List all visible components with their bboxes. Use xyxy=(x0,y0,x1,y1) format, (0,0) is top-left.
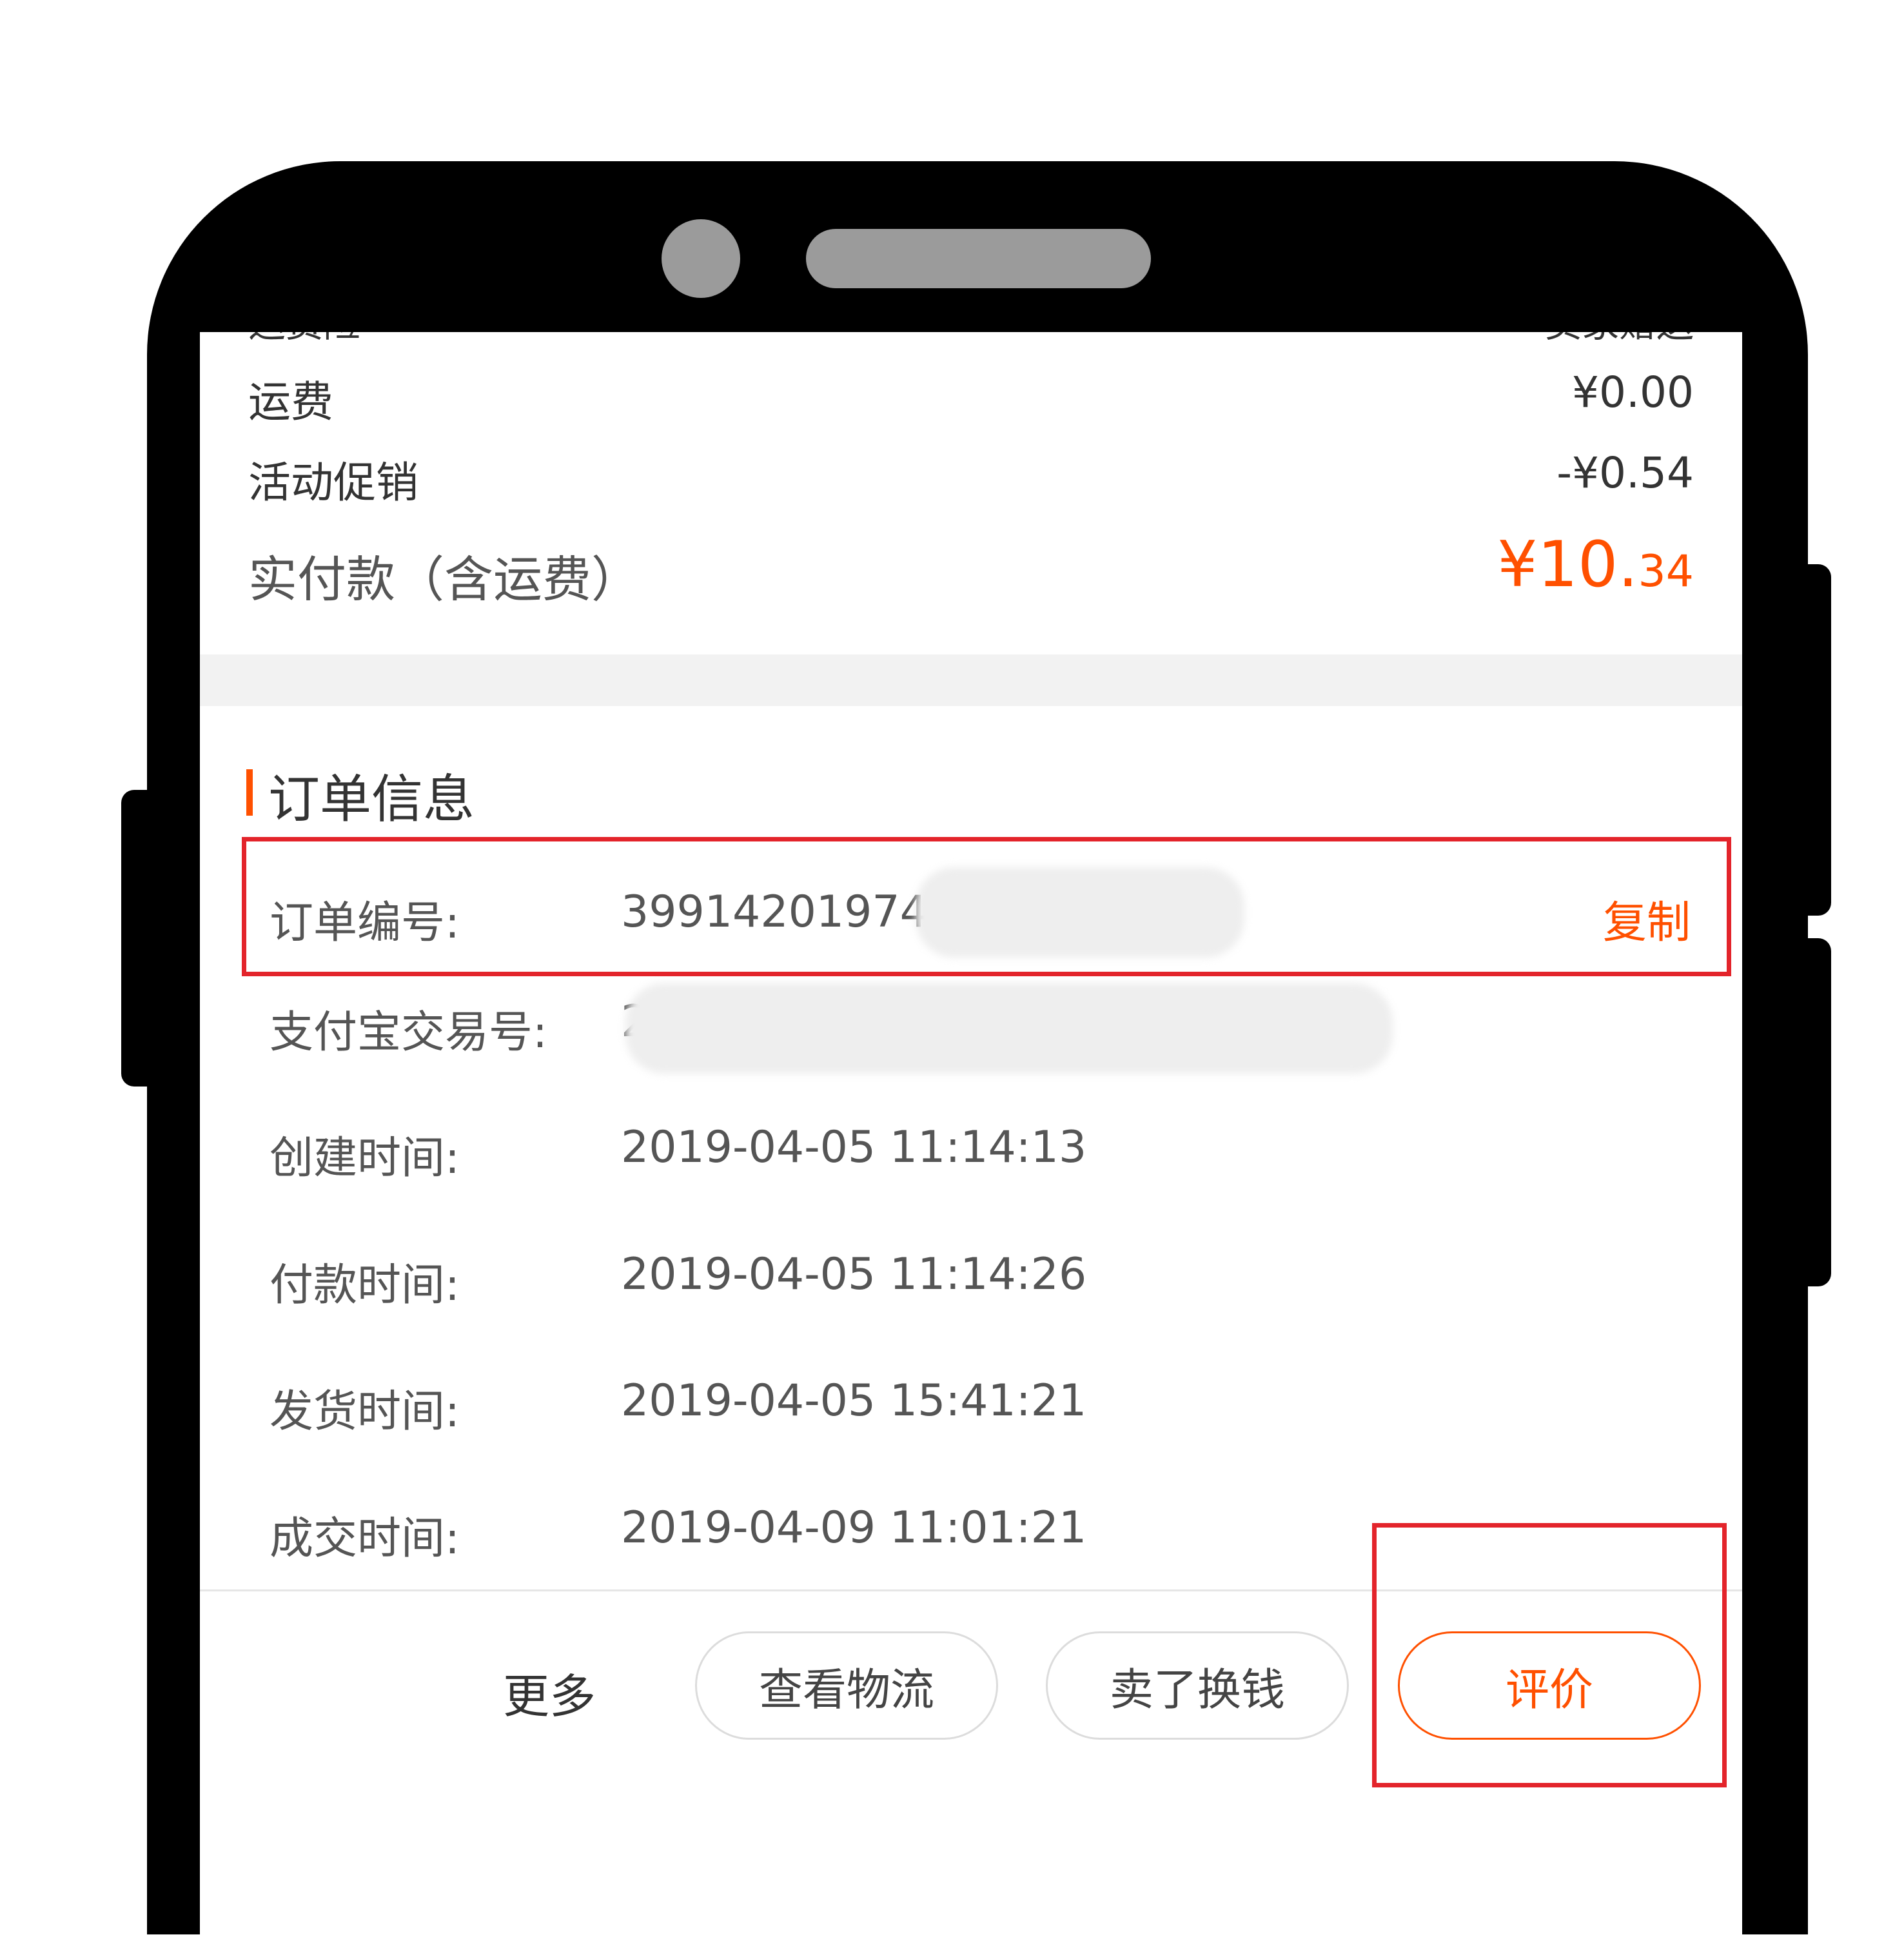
paid-time-label: 付款时间: xyxy=(270,1260,460,1311)
freight-insurance-label: 运费险 xyxy=(248,332,360,348)
paid-time-row: 付款时间: 2019-04-05 11:14:26 xyxy=(270,1249,1703,1311)
volume-button xyxy=(121,790,160,1087)
title-accent-bar xyxy=(246,769,253,816)
total-yuan: ¥10. xyxy=(1497,528,1638,602)
total-cents: 34 xyxy=(1638,546,1694,597)
order-info-title: 订单信息 xyxy=(246,758,475,829)
speaker-grille xyxy=(806,229,1151,288)
created-time-value: 2019-04-05 11:14:13 xyxy=(621,1122,1087,1173)
order-number-highlight-box xyxy=(242,837,1731,976)
shipped-time-label: 发货时间: xyxy=(270,1386,460,1437)
freight-insurance-row: 运费险 卖家赠送 xyxy=(248,332,1694,348)
total-row: 实付款（含运费） ¥10.34 xyxy=(248,528,1694,608)
section-gap xyxy=(200,654,1742,706)
order-info-title-text: 订单信息 xyxy=(268,769,475,829)
shipping-value: ¥0.00 xyxy=(1572,368,1694,417)
alipay-label: 支付宝交易号: xyxy=(270,1007,547,1058)
promo-label: 活动促销 xyxy=(248,458,418,507)
closed-time-label: 成交时间: xyxy=(270,1513,460,1564)
shipped-time-value: 2019-04-05 15:41:21 xyxy=(621,1375,1087,1426)
promo-value: -¥0.54 xyxy=(1556,448,1694,498)
closed-time-value: 2019-04-09 11:01:21 xyxy=(621,1502,1087,1553)
more-button[interactable]: 更多 xyxy=(503,1658,596,1726)
created-time-label: 创建时间: xyxy=(270,1133,460,1184)
promo-row: 活动促销 -¥0.54 xyxy=(248,448,1694,507)
total-value: ¥10.34 xyxy=(1497,528,1694,602)
sell-for-cash-button[interactable]: 卖了换钱 xyxy=(1046,1631,1349,1740)
shipping-row: 运费 ¥0.00 xyxy=(248,368,1694,427)
total-label: 实付款（含运费） xyxy=(248,551,640,608)
freight-insurance-value: 卖家赠送 xyxy=(1544,332,1694,348)
power-button xyxy=(1792,564,1831,916)
paid-time-value: 2019-04-05 11:14:26 xyxy=(621,1249,1087,1300)
review-highlight-box xyxy=(1372,1523,1727,1787)
shipped-time-row: 发货时间: 2019-04-05 15:41:21 xyxy=(270,1375,1703,1437)
created-time-row: 创建时间: 2019-04-05 11:14:13 xyxy=(270,1122,1703,1184)
camera-icon xyxy=(662,219,740,298)
shipping-label: 运费 xyxy=(248,377,333,427)
side-button xyxy=(1792,938,1831,1286)
redacted-alipay-number xyxy=(625,983,1393,1074)
view-logistics-button[interactable]: 查看物流 xyxy=(695,1631,998,1740)
